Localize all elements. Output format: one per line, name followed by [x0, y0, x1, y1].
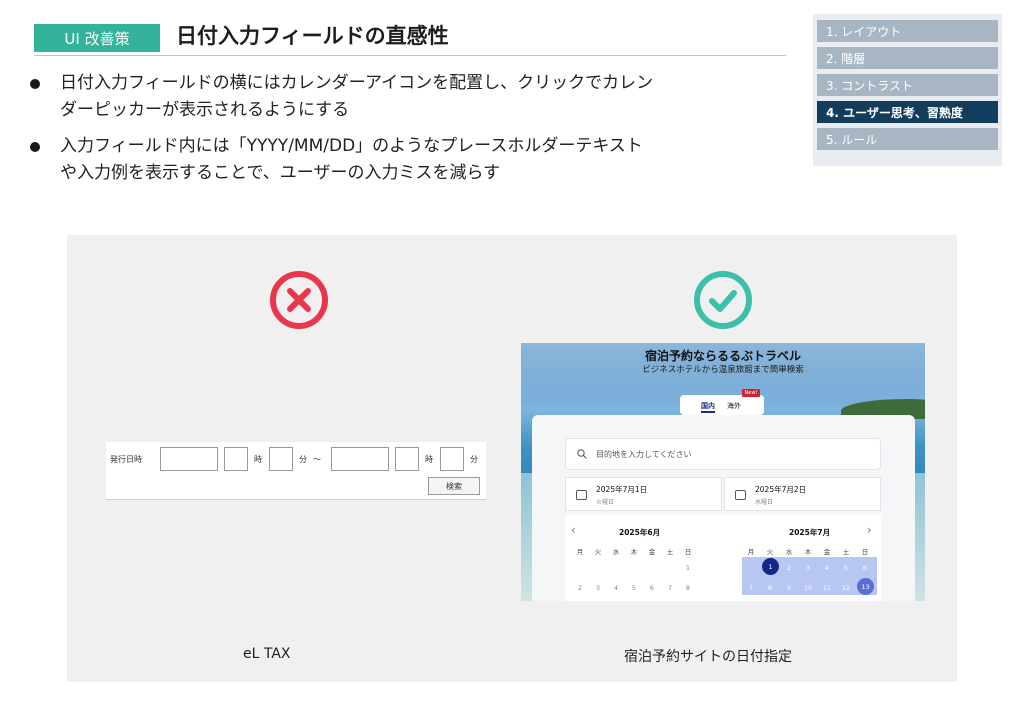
weekday-header: 火 — [594, 548, 602, 556]
date-input-to[interactable] — [331, 447, 389, 471]
site-subtitle: ビジネスホテルから温泉旅館まで簡単検索 — [642, 365, 804, 375]
destination-search-input[interactable]: 目的地を入力してください — [565, 438, 881, 470]
calendar-day[interactable]: 2 — [571, 584, 589, 592]
calendar-day[interactable]: 5 — [837, 564, 855, 572]
nav-item-hierarchy[interactable]: 2. 階層 — [817, 47, 998, 69]
weekday-header: 日 — [861, 548, 869, 556]
bullet-text-line: ダーピッカーが表示されるようにする — [60, 100, 350, 120]
weekday-header: 土 — [666, 548, 674, 556]
hour-input-to[interactable] — [395, 447, 419, 471]
bullet-list: 日付入力フィールドの横にはカレンダーアイコンを配置し、クリックでカレン ダーピッ… — [24, 70, 784, 196]
month-label-right: 2025年7月 — [789, 528, 831, 537]
calendar-day[interactable]: 3 — [589, 584, 607, 592]
checkin-date-field[interactable]: 2025年7月1日 火曜日 — [565, 477, 722, 511]
calendar-day[interactable]: 6 — [643, 584, 661, 592]
search-icon — [577, 449, 587, 459]
tab-domestic[interactable]: 国内 — [701, 401, 715, 411]
section-nav: 1. レイアウト 2. 階層 3. コントラスト 4. ユーザー思考、習熟度 5… — [813, 14, 1002, 166]
calendar-day[interactable]: 10 — [799, 584, 817, 592]
calendar-day[interactable]: 7 — [742, 584, 760, 592]
calendar-day[interactable]: 8 — [679, 584, 697, 592]
weekday-header: 金 — [823, 548, 831, 556]
checkin-date: 2025年7月1日 — [596, 485, 648, 494]
weekday-header: 火 — [766, 548, 774, 556]
calendar-icon — [576, 490, 587, 500]
calendar-day[interactable]: 5 — [625, 584, 643, 592]
calendar-day[interactable]: 6 — [856, 564, 874, 572]
caption-good-example: 宿泊予約サイトの日付指定 — [624, 649, 792, 665]
weekday-header: 木 — [630, 548, 638, 556]
calendar-day[interactable]: 4 — [607, 584, 625, 592]
checkin-weekday: 火曜日 — [596, 499, 615, 506]
travel-site-screenshot: 宿泊予約ならるるぶトラベル ビジネスホテルから温泉旅館まで簡単検索 国内 海外 … — [521, 343, 925, 601]
caption-bad-example: eL TAX — [243, 646, 291, 662]
page-title: 日付入力フィールドの直感性 — [176, 24, 449, 48]
calendar-icon — [735, 490, 746, 500]
bad-date-form: 発行日時 時 分 ～ 時 分 検索 — [106, 442, 486, 500]
hour-label: 時 — [254, 455, 262, 464]
checkout-date-field[interactable]: 2025年7月2日 水曜日 — [724, 477, 881, 511]
calendar-day[interactable]: 12 — [837, 584, 855, 592]
range-tilde: ～ — [313, 455, 321, 464]
bullet-text-line: 入力フィールド内には「YYYY/MM/DD」のようなプレースホルダーテキスト — [60, 136, 643, 156]
chevron-left-icon[interactable]: ‹ — [571, 523, 576, 537]
region-tabs: 国内 海外 — [680, 395, 764, 415]
hour-label: 時 — [425, 455, 433, 464]
weekday-header: 月 — [576, 548, 584, 556]
weekday-header: 月 — [747, 548, 755, 556]
calendar-day[interactable]: 3 — [799, 564, 817, 572]
title-divider — [34, 55, 786, 56]
weekday-header: 日 — [684, 548, 692, 556]
selected-end-day[interactable]: 13 — [857, 578, 874, 595]
weekday-header: 木 — [804, 548, 812, 556]
tab-overseas[interactable]: 海外 — [727, 401, 741, 411]
calendar-day[interactable]: 1 — [679, 564, 697, 572]
section-tag: UI 改善策 — [34, 24, 160, 52]
minute-label: 分 — [470, 455, 478, 464]
bullet-item: 入力フィールド内には「YYYY/MM/DD」のようなプレースホルダーテキスト や… — [24, 133, 784, 187]
nav-item-user-thinking[interactable]: 4. ユーザー思考、習熟度 — [817, 101, 998, 123]
site-title: 宿泊予約ならるるぶトラベル — [644, 349, 801, 363]
bullet-dot-icon — [30, 79, 40, 89]
bullet-dot-icon — [30, 142, 40, 152]
bullet-text-line: 日付入力フィールドの横にはカレンダーアイコンを配置し、クリックでカレン — [60, 73, 654, 93]
date-input-from[interactable] — [160, 447, 218, 471]
nav-item-contrast[interactable]: 3. コントラスト — [817, 74, 998, 96]
new-badge: New! — [742, 389, 760, 397]
selected-start-day[interactable]: 1 — [762, 558, 779, 575]
nav-item-rules[interactable]: 5. ルール — [817, 128, 998, 150]
calendar-day[interactable]: 11 — [818, 584, 836, 592]
hour-input-from[interactable] — [224, 447, 248, 471]
form-label-issue-datetime: 発行日時 — [110, 455, 142, 464]
calendar-day[interactable]: 4 — [818, 564, 836, 572]
bullet-item: 日付入力フィールドの横にはカレンダーアイコンを配置し、クリックでカレン ダーピッ… — [24, 70, 784, 124]
checkout-weekday: 水曜日 — [755, 499, 774, 506]
bullet-text-line: や入力例を表示することで、ユーザーの入力ミスを減らす — [60, 163, 501, 183]
nav-item-layout[interactable]: 1. レイアウト — [817, 20, 998, 42]
minute-input-to[interactable] — [440, 447, 464, 471]
search-button[interactable]: 検索 — [428, 477, 480, 495]
weekday-header: 土 — [842, 548, 850, 556]
calendar-day[interactable]: 7 — [661, 584, 679, 592]
checkout-date: 2025年7月2日 — [755, 485, 807, 494]
month-label-left: 2025年6月 — [619, 528, 661, 537]
active-tab-underline — [701, 411, 715, 413]
chevron-right-icon[interactable]: › — [867, 523, 872, 537]
weekday-header: 水 — [612, 548, 620, 556]
weekday-header: 水 — [785, 548, 793, 556]
calendar-day[interactable]: 2 — [780, 564, 798, 572]
search-placeholder: 目的地を入力してください — [596, 450, 692, 459]
calendar-day[interactable]: 8 — [761, 584, 779, 592]
calendar-day[interactable]: 9 — [780, 584, 798, 592]
minute-input-from[interactable] — [269, 447, 293, 471]
minute-label: 分 — [299, 455, 307, 464]
check-circle-icon — [694, 271, 752, 329]
weekday-header: 金 — [648, 548, 656, 556]
x-circle-icon — [270, 271, 328, 329]
